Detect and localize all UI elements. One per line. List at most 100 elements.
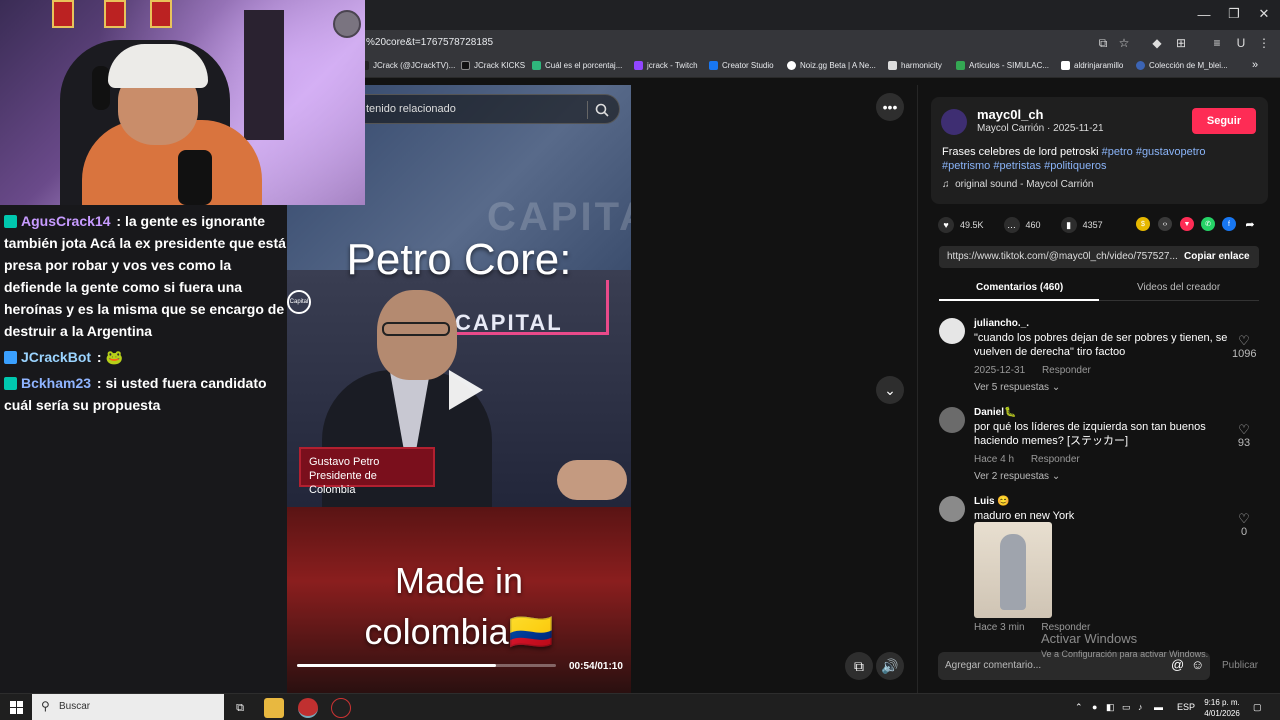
commenter-avatar[interactable] [939,496,965,522]
tray-network-icon[interactable]: ▭ [1122,702,1131,713]
author-handle[interactable]: mayc0l_ch [977,107,1044,122]
tab-comments[interactable]: Comentarios (460) [976,282,1063,293]
hashtags-line2[interactable]: #petrismo #petristas #politiqueros [942,160,1106,172]
mention-icon[interactable]: @ [1171,657,1184,672]
share-icon[interactable]: ➦ [1243,217,1257,231]
profile-avatar-icon[interactable]: U [1233,35,1249,51]
recording-app-icon[interactable] [331,698,351,718]
bookmark-star-icon[interactable]: ☆ [1116,35,1132,51]
comment-username[interactable]: Daniel🐛 [974,407,1016,418]
send-icon[interactable]: ▼ [1180,217,1194,231]
heart-icon[interactable]: ♥ [938,217,954,233]
facebook-icon[interactable]: f [1222,217,1236,231]
media-control-icon[interactable]: ≡ [1209,35,1225,51]
bookmark-item[interactable]: harmonicity [888,61,942,70]
publish-button[interactable]: Publicar [1222,660,1258,671]
more-bookmarks-icon[interactable]: » [1252,59,1258,71]
embed-icon[interactable]: ‹› [1158,217,1172,231]
chrome-icon[interactable] [298,698,318,718]
emoji-icon[interactable]: ☺ [1191,657,1204,672]
bookmark-item[interactable]: Noiz.gg Beta | A Ne... [787,61,876,70]
url-text[interactable]: %20core&t=1767578728185 [366,37,493,48]
likes-count: 49.5K [960,220,984,230]
heart-outline-icon[interactable]: ♡ [1232,423,1256,437]
heart-outline-icon[interactable]: ♡ [1232,334,1256,348]
volume-icon[interactable]: 🔊 [876,652,904,680]
task-view-icon[interactable]: ⧉ [230,698,250,718]
file-explorer-icon[interactable] [264,698,284,718]
bookmark-item[interactable]: Colección de M_blei... [1136,61,1228,70]
comment-item: juliancho._. "cuando los pobres dejan de… [939,318,1259,398]
comment-like[interactable]: ♡ 0 [1232,512,1256,539]
search-icon[interactable] [595,103,609,117]
comment-image[interactable] [974,522,1052,618]
close-icon[interactable]: ✕ [1244,0,1280,28]
comment-icon[interactable]: … [1003,217,1020,233]
notifications-icon[interactable]: ▢ [1253,702,1262,713]
capital-background-text: CAPITAL [487,195,631,239]
heart-outline-icon[interactable]: ♡ [1232,512,1256,526]
bookmark-item[interactable]: Articulos - SIMULAC... [956,61,1049,70]
chat-username[interactable]: Bckham23 [21,375,91,391]
video-link-field[interactable]: https://www.tiktok.com/@mayc0l_ch/video/… [939,246,1259,268]
copy-link-button[interactable]: Copiar enlace [1184,251,1250,262]
bookmark-item[interactable]: Cuál es el porcentaj... [532,61,622,70]
video-progress-fill [297,664,497,667]
floating-player-icon[interactable]: ⧉ [845,652,873,680]
view-replies-button[interactable]: Ver 2 respuestas ⌄ [974,471,1060,482]
comment-like-count: 0 [1240,526,1248,538]
wall-poster [150,0,172,28]
play-icon[interactable] [449,370,483,410]
bookmark-item[interactable]: jcrack - Twitch [634,61,698,70]
install-app-icon[interactable]: ⧉ [1095,35,1111,51]
chat-username[interactable]: AgusCrack14 [21,213,111,229]
related-search-placeholder: tenido relacionado [366,103,456,115]
reply-button[interactable]: Responder [1042,365,1091,376]
tab-creator-videos[interactable]: Videos del creador [1137,282,1220,293]
commenter-avatar[interactable] [939,318,965,344]
tray-battery-icon[interactable]: ▬ [1154,702,1163,712]
reply-button[interactable]: Responder [1031,454,1080,465]
video-link-url[interactable]: https://www.tiktok.com/@mayc0l_ch/video/… [947,251,1177,262]
video-progress-bar[interactable] [297,664,556,667]
author-card: mayc0l_ch Maycol Carrión · 2025-11-21 Se… [931,97,1268,204]
extension-diamond-icon[interactable]: ◆ [1149,35,1165,51]
webcam-overlay [0,0,365,205]
follow-button[interactable]: Seguir [1192,108,1256,134]
screen: — ❐ ✕ %20core&t=1767578728185 ⧉ ☆ ◆ ⊞ ≡ … [0,0,1280,720]
taskbar-search-input[interactable]: ⚲ Buscar [32,694,224,720]
bookmark-item[interactable]: JCrack KICKS [461,61,525,70]
extensions-icon[interactable]: ⊞ [1173,35,1189,51]
tray-chevron-icon[interactable]: ⌃ [1075,702,1083,713]
sound-link[interactable]: ♫ original sound - Maycol Carrión [942,179,1093,190]
bookmark-icon[interactable]: ▮ [1060,217,1077,233]
tray-app-icon[interactable]: ◧ [1106,702,1115,713]
comment-text: por qué los líderes de izquierda son tan… [974,421,1206,447]
language-indicator[interactable]: ESP [1177,702,1195,712]
comment-username[interactable]: juliancho._. [974,318,1029,329]
whatsapp-icon[interactable]: ✆ [1201,217,1215,231]
bookmark-item[interactable]: Creator Studio [709,61,774,70]
browser-menu-icon[interactable]: ⋮ [1256,35,1272,51]
taskbar-clock[interactable]: 9:16 p. m. 4/01/2026 [1202,697,1242,719]
hashtags-line1[interactable]: #petro #gustavopetro [1102,146,1206,158]
coin-icon[interactable]: $ [1136,217,1150,231]
bookmark-item[interactable]: JCrack (@JCrackTV)... [360,61,455,70]
tray-mic-icon[interactable]: ● [1092,702,1097,712]
windows-start-icon[interactable] [10,701,23,714]
lower-third: Gustavo Petro Presidente de Colombia [299,447,435,496]
view-replies-button[interactable]: Ver 5 respuestas ⌄ [974,382,1060,393]
author-avatar[interactable] [941,109,967,135]
chat-username[interactable]: JCrackBot [21,349,91,365]
commenter-avatar[interactable] [939,407,965,433]
comment-like[interactable]: ♡ 1096 [1232,334,1256,361]
tray-volume-icon[interactable]: ♪ [1138,702,1143,712]
more-options-icon[interactable]: ••• [876,93,904,121]
subscriber-badge-icon [4,377,17,390]
comment-username[interactable]: Luis 😊 [974,496,1010,507]
bookmark-item[interactable]: aldrinjaramillo [1061,61,1123,70]
comment-like[interactable]: ♡ 93 [1232,423,1256,450]
stats-row: ♥ 49.5K … 460 ▮ 4357 [938,215,1103,235]
chevron-down-icon[interactable]: ⌄ [876,376,904,404]
panel-tabs: Comentarios (460) Videos del creador [939,276,1259,301]
